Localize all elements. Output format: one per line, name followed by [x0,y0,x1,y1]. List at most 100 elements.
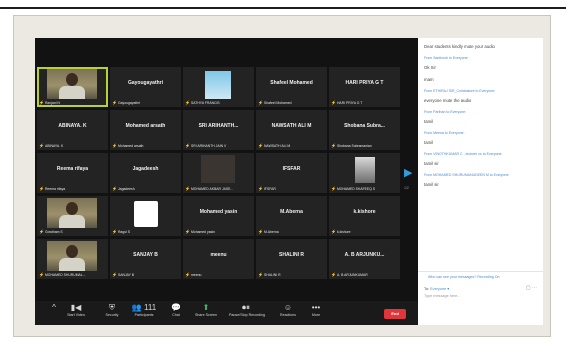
participant-tile[interactable]: ⚡ SATHYA FRANCIS [183,67,254,107]
participant-tile[interactable]: meenu ⚡ meenu [183,239,254,279]
start-video-button[interactable]: ▮◀ Start Video [59,303,93,318]
participant-label: ⚡ MOHAMED SHURUMAL... [39,272,86,277]
participant-tile[interactable]: Mohamed arsath ⚡ Mohamed arsath [110,110,181,150]
participant-tile[interactable]: Jagadeesh ⚡ Jagadeesh [110,153,181,193]
participant-label-text: A. B ARJUNKUMAR [336,272,368,277]
muted-mic-icon: ⚡ [185,143,190,148]
participant-tile[interactable]: M.Aberna ⚡ M.Aberna [256,196,327,236]
chat-message-text: Ok Sir [424,65,436,70]
muted-mic-icon: ⚡ [39,186,44,191]
chat-message-text: tamil sir [424,161,439,166]
chat-button[interactable]: 💬 Chat [159,303,193,318]
muted-mic-icon: ⚡ [185,186,190,191]
chat-message-text: mam [424,77,434,82]
participant-tile[interactable]: Gayougayathri ⚡ Gayougayathri [110,67,181,107]
participant-label-text: Shobana Subramanian [336,143,372,148]
chat-sender: From MOHAMED SHURUMANUDEEN M to Everyone… [424,173,510,177]
muted-mic-icon: ⚡ [331,100,336,105]
participant-tile[interactable]: ⚡ MOHAMED SHURUMAL... [37,239,108,279]
file-icon[interactable]: ▢ ⋯ [526,285,537,291]
participant-tile[interactable]: SANJAY B ⚡ SANJAY B [110,239,181,279]
participant-tile[interactable]: HARI PRIYA G T ⚡ HARI PRIYA G T [329,67,400,107]
participant-label-text: MOHAMED SHAFEEQ S [336,186,376,191]
zoom-window: ⚡ Ranjani N Gayougayathri ⚡ Gayougayathri ⚡ SA… [35,38,543,325]
participant-tile[interactable]: Shobana Subra... ⚡ Shobana Subramanian [329,110,400,150]
participant-tile[interactable]: A. B ARJUNKU... ⚡ A. B ARJUNKUMAR [329,239,400,279]
participant-video [47,198,97,228]
participant-label-text: Mohamed arsath [117,143,144,148]
participant-tile[interactable]: NAWSATH ALI M ⚡ NAWSATH ALI M [256,110,327,150]
participant-video [47,69,97,99]
next-page-arrow-icon[interactable]: ▶ [404,166,414,186]
muted-mic-icon: ⚡ [185,229,190,234]
participant-tile[interactable]: ABINAYA. K ⚡ ABINAYA. K [37,110,108,150]
participant-label: ⚡ Ranjani N [39,100,60,105]
participant-tile[interactable]: ⚡ Gowtham S [37,196,108,236]
more-button[interactable]: ••• More [299,303,333,318]
participant-label: ⚡ M.Aberna [258,229,279,234]
participant-label-text: HARI PRIYA G T [336,100,363,105]
participant-video [47,241,97,271]
toolbar-label: Security [105,313,119,317]
participant-name: k.kishore [353,209,376,215]
participant-tile[interactable]: k.kishore ⚡ k.kishore [329,196,400,236]
participant-name: Reema rifaya [56,166,89,172]
participant-tile[interactable]: ⚡ MOHAMED AKBAR JASE... [183,153,254,193]
recipient-dropdown[interactable]: Everyone ▾ [430,287,449,291]
participant-name: meenu [210,252,227,258]
participant-tile[interactable]: ⚡ MOHAMED SHAFEEQ S [329,153,400,193]
share-screen-button[interactable]: ⬆ Share Screen [189,303,223,318]
meeting-area: ⚡ Ranjani N Gayougayathri ⚡ Gayougayathri ⚡ SA… [35,38,418,325]
chat-panel: Dear students kindly mute your audio From… [418,38,543,325]
muted-mic-icon: ⚡ [258,229,263,234]
participant-tile[interactable]: SHALINI R ⚡ SHALINI R [256,239,327,279]
chat-input[interactable]: Type message here... [424,294,461,298]
recording-button[interactable]: ⏺⏸ Pause/Stop Recording [229,303,265,318]
participant-name: Mohamed yasin [199,209,238,215]
participant-label-text: SANJAY B [117,272,135,277]
participant-label-text: IFSFAR [263,186,276,191]
participant-label: ⚡ NAWSATH ALI M [258,143,290,148]
participant-tile[interactable]: Reema rifaya ⚡ Reema rifaya [37,153,108,193]
participant-tile[interactable]: Shafeel Mohamed ⚡ Shafeel Mohamed [256,67,327,107]
muted-mic-icon: ⚡ [258,272,263,277]
muted-mic-icon: ⚡ [112,272,117,277]
chat-sender: From Santhosh to Everyone: [424,56,469,60]
participant-label-text: Gowtham S [44,229,63,234]
participant-label-text: SHALINI R [263,272,281,277]
page: ⚡ Ranjani N Gayougayathri ⚡ Gayougayathri ⚡ SA… [0,0,566,348]
participant-label: ⚡ Gayougayathri [112,100,140,105]
to-label: To: [424,287,430,291]
participant-tile[interactable]: IFSFAR ⚡ IFSFAR [256,153,327,193]
chat-visibility-note[interactable]: Who can see your messages? Recording On [428,275,500,279]
participant-name: SRI ARIHANTH... [198,123,239,129]
participant-label: ⚡ Mohamed yasin [185,229,215,234]
participants-button[interactable]: 👥 111 Participants [127,303,161,318]
start-video-icon: ▮◀ [70,303,82,312]
participant-label: ⚡ Gowtham S [39,229,63,234]
participant-tile[interactable]: ⚡ Ragul S [110,196,181,236]
participant-video [355,157,375,183]
participant-label-text: meenu [190,272,202,277]
security-button[interactable]: ⛨ Security [95,303,129,318]
participant-label: ⚡ k.kishore [331,229,351,234]
muted-mic-icon: ⚡ [331,229,336,234]
participant-name: IFSFAR [282,166,301,172]
person-body [59,86,85,99]
person-head [66,202,78,215]
toolbar-label: More [311,313,321,317]
participant-label-text: SRI ARIHANTH JAIN V [190,143,227,148]
chat-message-text: tamil [424,119,434,124]
participant-label-text: Ranjani N [44,100,60,105]
participant-tile[interactable]: ⚡ Ranjani N [37,67,108,107]
participant-name: HARI PRIYA G T [345,80,384,86]
participant-label: ⚡ SRI ARIHANTH JAIN V [185,143,226,148]
muted-mic-icon: ⚡ [112,143,117,148]
participant-tile[interactable]: Mohamed yasin ⚡ Mohamed yasin [183,196,254,236]
participant-label: ⚡ SANJAY B [112,272,134,277]
end-meeting-button[interactable]: End [384,309,406,319]
participant-name: NAWSATH ALI M [271,123,312,129]
security-icon: ⛨ [109,303,115,312]
participant-label-text: MOHAMED AKBAR JASE... [190,186,234,191]
participant-tile[interactable]: SRI ARIHANTH... ⚡ SRI ARIHANTH JAIN V [183,110,254,150]
